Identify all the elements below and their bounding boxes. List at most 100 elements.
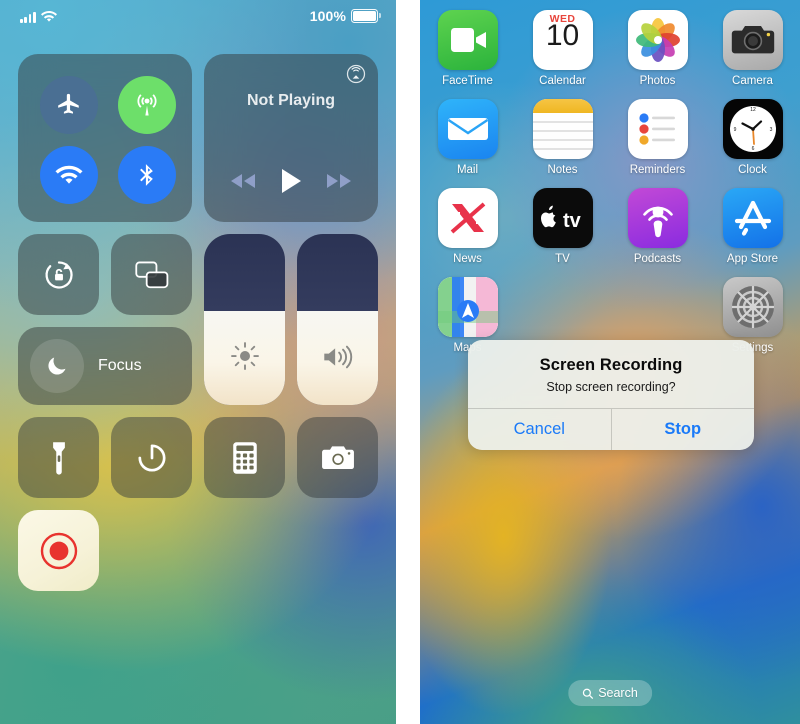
rotation-lock-icon <box>45 260 73 289</box>
cellular-antenna-icon <box>137 94 157 116</box>
cc-row-2: Focus <box>18 234 378 405</box>
cc-row-1: Not Playing <box>18 54 378 222</box>
screen-mirroring-icon <box>134 261 168 288</box>
camera-icon <box>321 445 354 469</box>
cc-toggle-row <box>18 234 192 315</box>
fast-forward-icon[interactable] <box>326 173 352 189</box>
app-label: Notes <box>547 164 578 176</box>
app-label: Camera <box>732 75 773 87</box>
panel-divider <box>396 0 420 724</box>
volume-icon-wrap <box>297 343 378 371</box>
brightness-sun-icon <box>230 342 259 370</box>
speaker-wave-icon <box>323 345 352 369</box>
timer-shortcut[interactable] <box>111 417 192 498</box>
mail-icon <box>437 99 498 159</box>
rotation-lock-toggle[interactable] <box>18 234 99 315</box>
app-label: Photos <box>639 75 676 87</box>
status-bar-right: 100% <box>309 8 381 24</box>
wifi-toggle[interactable] <box>40 146 98 204</box>
airplay-audio-icon[interactable] <box>346 64 366 84</box>
stop-button[interactable]: Stop <box>612 409 755 450</box>
app-notes[interactable]: Notes <box>520 99 606 176</box>
camera-icon <box>722 10 783 70</box>
notes-header-band <box>532 99 593 113</box>
media-player-tile[interactable]: Not Playing <box>204 54 378 222</box>
media-title: Not Playing <box>246 92 335 109</box>
app-camera[interactable]: Camera <box>710 10 796 87</box>
battery-percent-label: 100% <box>309 8 346 24</box>
battery-full-icon <box>351 8 381 24</box>
screen-mirroring-toggle[interactable] <box>111 234 192 315</box>
control-center-panel: 100% Not Playing Focus <box>0 0 396 724</box>
alert-title: Screen Recording <box>539 356 683 374</box>
maps-icon <box>437 277 498 337</box>
app-label: Reminders <box>629 164 686 176</box>
play-icon[interactable] <box>280 168 302 194</box>
wifi-icon <box>55 165 83 184</box>
podcasts-icon <box>627 188 688 248</box>
app-reminders[interactable]: Reminders <box>615 99 701 176</box>
app-grid: FaceTime WED 10 Calendar Photos Camera M… <box>420 10 800 366</box>
app-label: App Store <box>726 253 779 265</box>
flashlight-toggle[interactable] <box>18 417 99 498</box>
app-label: Mail <box>456 164 479 176</box>
app-photos[interactable]: Photos <box>615 10 701 87</box>
app-label: TV <box>555 253 570 265</box>
focus-label: Focus <box>98 357 142 374</box>
media-controls <box>204 168 378 194</box>
search-label: Search <box>598 686 638 700</box>
app-mail[interactable]: Mail <box>425 99 511 176</box>
flashlight-icon <box>52 441 65 475</box>
apple-tv-icon: tv <box>532 188 593 248</box>
app-podcasts[interactable]: Podcasts <box>615 188 701 265</box>
app-row: FaceTime WED 10 Calendar Photos Camera <box>420 10 800 87</box>
photos-icon <box>627 10 688 70</box>
search-pill[interactable]: Search <box>568 680 652 706</box>
news-icon <box>437 188 498 248</box>
clock-icon: 12 3 6 9 <box>722 99 783 159</box>
app-clock[interactable]: 12 3 6 9 Clock <box>710 99 796 176</box>
reminders-icon <box>627 99 688 159</box>
calculator-shortcut[interactable] <box>204 417 285 498</box>
alert-message: Stop screen recording? <box>546 380 676 394</box>
moon-icon <box>48 357 66 375</box>
focus-toggle[interactable]: Focus <box>18 327 192 405</box>
cc-left-column: Focus <box>18 234 192 405</box>
svg-text:tv: tv <box>563 210 582 232</box>
brightness-icon-wrap <box>204 341 285 371</box>
app-row: Mail Notes Reminders 12 3 6 9 Clock <box>420 99 800 176</box>
app-calendar[interactable]: WED 10 Calendar <box>520 10 606 87</box>
bluetooth-icon <box>140 164 153 186</box>
brightness-slider[interactable] <box>204 234 285 405</box>
status-bar: 100% <box>0 0 396 34</box>
home-screen-panel: FaceTime WED 10 Calendar Photos Camera M… <box>420 0 800 724</box>
cc-shortcuts-row <box>18 417 378 498</box>
app-label: Podcasts <box>633 253 682 265</box>
alert-actions: Cancel Stop <box>468 408 754 450</box>
app-news[interactable]: News <box>425 188 511 265</box>
record-icon <box>40 532 77 569</box>
search-icon <box>582 688 594 699</box>
connectivity-tile[interactable] <box>18 54 192 222</box>
svg-text:9: 9 <box>733 127 736 133</box>
alert-body: Screen Recording Stop screen recording? <box>468 340 754 408</box>
camera-shortcut[interactable] <box>297 417 378 498</box>
cancel-button[interactable]: Cancel <box>468 409 611 450</box>
app-tv[interactable]: tv TV <box>520 188 606 265</box>
cellular-data-toggle[interactable] <box>118 76 176 134</box>
bluetooth-toggle[interactable] <box>118 146 176 204</box>
cc-sliders <box>204 234 378 405</box>
app-label: FaceTime <box>442 75 493 87</box>
facetime-icon <box>437 10 498 70</box>
airplane-mode-toggle[interactable] <box>40 76 98 134</box>
app-appstore[interactable]: App Store <box>710 188 796 265</box>
settings-icon <box>722 277 783 337</box>
screen-recording-toggle[interactable] <box>18 510 99 591</box>
rewind-icon[interactable] <box>230 173 256 189</box>
notes-icon <box>532 99 593 159</box>
app-store-icon <box>722 188 783 248</box>
focus-icon-circle <box>30 339 84 393</box>
app-row: News tv TV Podcasts App Store <box>420 188 800 265</box>
volume-slider[interactable] <box>297 234 378 405</box>
app-facetime[interactable]: FaceTime <box>425 10 511 87</box>
